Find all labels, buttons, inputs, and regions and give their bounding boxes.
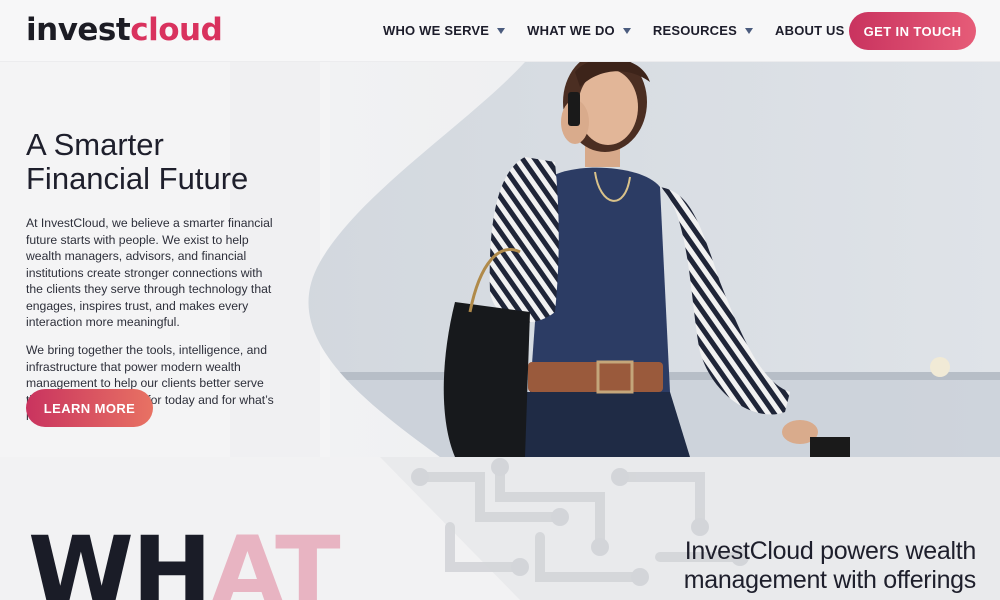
hero-title-line2: Financial Future (26, 161, 249, 196)
nav-what-we-do[interactable]: WHAT WE DO (527, 23, 631, 38)
hero-title-line1: A Smarter (26, 127, 164, 162)
caret-down-icon (622, 27, 631, 34)
main-nav: WHO WE SERVE WHAT WE DO RESOURCES ABOUT … (383, 23, 883, 38)
caret-down-icon (745, 27, 754, 34)
nav-label: WHAT WE DO (527, 23, 615, 38)
logo-text-cloud: cloud (130, 12, 223, 48)
big-word-part2: AT (210, 516, 340, 600)
what-we-do-section: WHAT InvestCloud powers wealth managemen… (0, 457, 1000, 600)
get-in-touch-button[interactable]: GET IN TOUCH (849, 12, 976, 50)
nav-label: ABOUT US (775, 23, 845, 38)
hero-paragraph-1: At InvestCloud, we believe a smarter fin… (26, 216, 273, 329)
nav-label: WHO WE SERVE (383, 23, 490, 38)
section-headline: InvestCloud powers wealth management wit… (656, 537, 977, 595)
nav-about-us[interactable]: ABOUT US (775, 23, 861, 38)
nav-label: RESOURCES (652, 23, 738, 38)
logo-text-invest: invest (26, 12, 131, 48)
section-headline-line1: InvestCloud powers wealth (684, 537, 977, 565)
nav-who-we-serve[interactable]: WHO WE SERVE (383, 23, 506, 38)
big-word-part1: WH (28, 516, 212, 600)
section-headline-line2: management with offerings (683, 566, 977, 594)
hero-title: A Smarter Financial Future (26, 128, 286, 196)
investcloud-logo[interactable]: investcloud (26, 12, 223, 48)
big-word-heading: WHAT (28, 524, 341, 600)
nav-resources[interactable]: RESOURCES (652, 23, 754, 38)
caret-down-icon (497, 27, 506, 34)
site-header: investcloud WHO WE SERVE WHAT WE DO RESO… (0, 0, 1000, 62)
learn-more-button[interactable]: LEARN MORE (26, 389, 153, 427)
